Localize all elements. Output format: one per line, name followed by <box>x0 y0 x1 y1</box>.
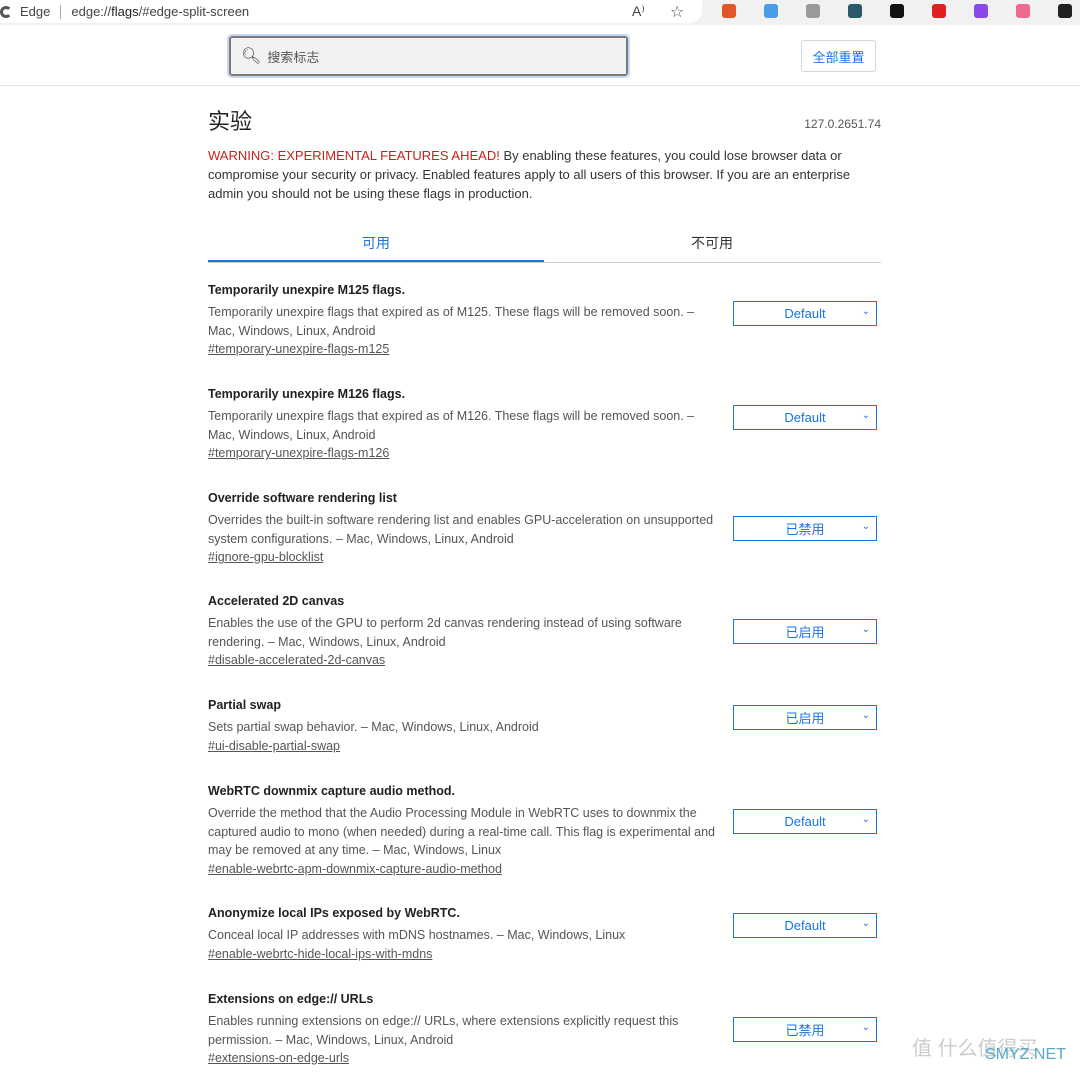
flag-link[interactable]: #temporary-unexpire-flags-m125 <box>208 342 881 356</box>
flag-description: Temporarily unexpire flags that expired … <box>208 409 695 442</box>
flag-item: Accelerated 2D canvas Enables the use of… <box>208 594 881 667</box>
flag-select-value: Default <box>784 918 826 933</box>
extension-icon[interactable] <box>890 4 904 18</box>
search-icon: 🔍︎ <box>241 48 262 65</box>
flag-select-value: 已禁用 <box>785 522 825 537</box>
flag-description: Overrides the built-in software renderin… <box>208 513 714 546</box>
flags-header: 🔍︎ 搜索标志 全部重置 <box>0 25 1080 86</box>
flag-description: Enables running extensions on edge:// UR… <box>208 1014 679 1047</box>
flag-title: WebRTC downmix capture audio method. <box>208 784 456 798</box>
flag-description: Temporarily unexpire flags that expired … <box>208 305 695 338</box>
search-placeholder: 搜索标志 <box>267 49 320 65</box>
chevron-down-icon: ⌄ <box>861 918 870 929</box>
url-text[interactable]: edge://flags/#edge-split-screen <box>71 4 249 19</box>
flag-title: Temporarily unexpire M126 flags. <box>208 387 406 401</box>
flag-select[interactable]: 已禁用 ⌄ <box>733 516 877 541</box>
flag-item: Anonymize local IPs exposed by WebRTC. C… <box>208 906 881 961</box>
flag-select-value: 已启用 <box>785 711 825 726</box>
chevron-down-icon: ⌄ <box>861 521 870 532</box>
version-text: 127.0.2651.74 <box>804 117 881 131</box>
flag-select[interactable]: Default ⌄ <box>733 809 877 834</box>
chevron-down-icon: ⌄ <box>861 710 870 721</box>
extension-icon[interactable] <box>848 4 862 18</box>
flag-select[interactable]: 已禁用 ⌄ <box>733 1017 877 1042</box>
search-flags-input[interactable]: 🔍︎ 搜索标志 <box>227 34 630 78</box>
favorite-star-icon[interactable]: ☆ <box>670 2 684 22</box>
extension-icon[interactable] <box>1016 4 1030 18</box>
flag-select-value: Default <box>784 410 826 425</box>
edge-logo-icon <box>0 5 12 18</box>
extension-icon[interactable] <box>722 4 736 18</box>
flag-select-value: 已禁用 <box>785 1023 825 1038</box>
flag-select-value: 已启用 <box>785 625 825 640</box>
extension-icon[interactable] <box>1058 4 1072 18</box>
app-name: Edge <box>20 4 51 19</box>
reset-all-button[interactable]: 全部重置 <box>801 40 876 72</box>
flag-select[interactable]: 已启用 ⌄ <box>733 705 877 730</box>
flag-select[interactable]: Default ⌄ <box>733 913 877 938</box>
flag-select[interactable]: 已启用 ⌄ <box>733 619 877 644</box>
flag-select-value: Default <box>784 814 826 829</box>
page-title: 实验 <box>208 109 253 134</box>
extension-icon[interactable] <box>764 4 778 18</box>
flag-title: Temporarily unexpire M125 flags. <box>208 283 406 297</box>
flag-link[interactable]: #ignore-gpu-blocklist <box>208 550 881 564</box>
flag-title: Extensions on edge:// URLs <box>208 992 374 1006</box>
flag-item: Partial swap Sets partial swap behavior.… <box>208 698 881 753</box>
browser-toolbar: Edge edge://flags/#edge-split-screen A⁾ … <box>0 0 1080 25</box>
flag-item: WebRTC downmix capture audio method. Ove… <box>208 784 881 876</box>
flag-item: Extensions on edge:// URLs Enables runni… <box>208 992 881 1065</box>
flag-link[interactable]: #ui-disable-partial-swap <box>208 739 881 753</box>
extension-icon[interactable] <box>932 4 946 18</box>
chevron-down-icon: ⌄ <box>861 306 870 317</box>
flag-title: Override software rendering list <box>208 491 397 505</box>
tab-unavailable[interactable]: 不可用 <box>544 226 880 262</box>
flag-title: Accelerated 2D canvas <box>208 594 345 608</box>
extension-icon[interactable] <box>806 4 820 18</box>
chevron-down-icon: ⌄ <box>861 814 870 825</box>
flag-description: Override the method that the Audio Proce… <box>208 806 716 857</box>
tab-available[interactable]: 可用 <box>208 226 544 262</box>
flag-item: Override software rendering list Overrid… <box>208 491 881 564</box>
flag-item: Temporarily unexpire M125 flags. Tempora… <box>208 283 881 356</box>
chevron-down-icon: ⌄ <box>861 410 870 421</box>
chevron-down-icon: ⌄ <box>861 1022 870 1033</box>
flag-select[interactable]: Default ⌄ <box>733 405 877 430</box>
flag-link[interactable]: #enable-webrtc-apm-downmix-capture-audio… <box>208 862 881 876</box>
flag-item: Temporarily unexpire M126 flags. Tempora… <box>208 387 881 460</box>
flag-link[interactable]: #temporary-unexpire-flags-m126 <box>208 446 881 460</box>
extension-icon[interactable] <box>974 4 988 18</box>
chevron-down-icon: ⌄ <box>861 624 870 635</box>
flag-select-value: Default <box>784 306 826 321</box>
flag-link[interactable]: #extensions-on-edge-urls <box>208 1051 881 1065</box>
flag-select[interactable]: Default ⌄ <box>733 301 877 326</box>
flag-description: Enables the use of the GPU to perform 2d… <box>208 616 682 649</box>
flag-description: Sets partial swap behavior. – Mac, Windo… <box>208 720 539 734</box>
flag-description: Conceal local IP addresses with mDNS hos… <box>208 928 626 942</box>
watermark-site: SMYZ.NET <box>985 1046 1066 1063</box>
warning-text: WARNING: EXPERIMENTAL FEATURES AHEAD! By… <box>208 148 851 201</box>
tabs: 可用 不可用 <box>208 226 881 263</box>
flag-link[interactable]: #disable-accelerated-2d-canvas <box>208 653 881 667</box>
address-bar[interactable]: Edge edge://flags/#edge-split-screen A⁾ … <box>0 0 702 23</box>
flag-link[interactable]: #enable-webrtc-hide-local-ips-with-mdns <box>208 947 881 961</box>
divider <box>60 4 62 19</box>
read-aloud-icon[interactable]: A⁾ <box>632 3 645 20</box>
